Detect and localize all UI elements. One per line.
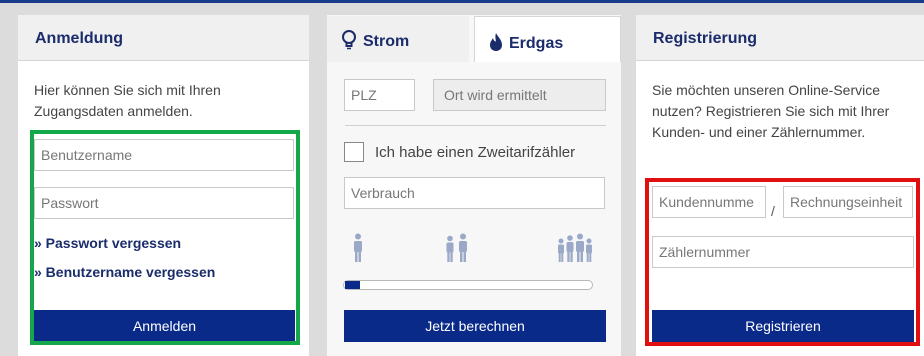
registration-panel-title: Registrierung [636, 15, 924, 61]
ort-input: Ort wird ermittelt [433, 79, 606, 111]
registration-intro-text: Sie möchten unseren Online-Service nutze… [652, 82, 890, 140]
login-intro-text: Hier können Sie sich mit Ihren Zugangsda… [34, 82, 221, 119]
divider [345, 125, 606, 126]
tab-erdgas[interactable]: Erdgas [474, 16, 621, 62]
tab-strom-label: Strom [363, 33, 410, 50]
household-slider-handle[interactable] [345, 281, 360, 289]
calculate-button[interactable]: Jetzt berechnen [344, 310, 606, 342]
flame-icon [490, 33, 502, 51]
four-persons-icon[interactable] [556, 233, 594, 263]
registration-highlight-box [645, 178, 920, 346]
two-persons-icon[interactable] [444, 233, 470, 263]
top-border [0, 0, 924, 3]
zweitarif-label: Ich habe einen Zweitarifzähler [375, 144, 576, 161]
zweitarif-checkbox[interactable] [344, 142, 364, 162]
login-highlight-box [30, 130, 300, 345]
tab-erdgas-label: Erdgas [509, 35, 564, 52]
verbrauch-input[interactable]: Verbrauch [344, 177, 605, 209]
household-slider[interactable] [343, 280, 593, 290]
plz-input[interactable]: PLZ [344, 79, 415, 111]
one-person-icon[interactable] [352, 233, 364, 263]
tab-strom[interactable]: Strom [327, 16, 469, 62]
lightbulb-icon [342, 30, 356, 50]
login-panel-title: Anmeldung [18, 15, 309, 61]
